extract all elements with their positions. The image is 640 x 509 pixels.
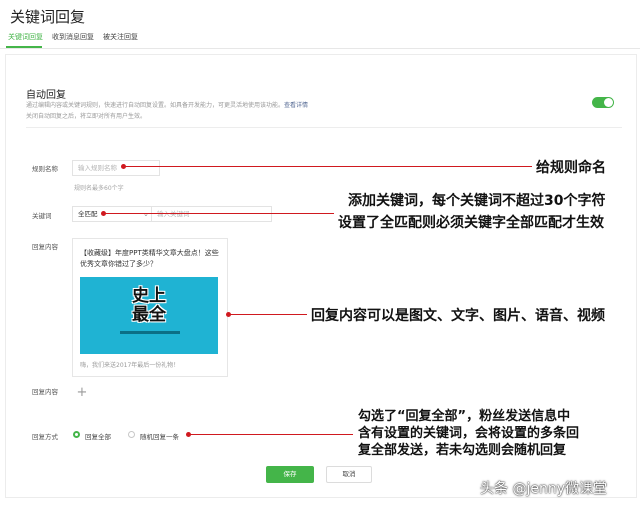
match-mode-value: 全匹配 (78, 210, 98, 218)
section-divider (26, 127, 622, 128)
rule-name-hint: 规则名最多60个字 (74, 185, 124, 192)
page-title: 关键词回复 (10, 8, 86, 26)
cover-subtitle-bar (120, 331, 180, 334)
watermark: 头条 @jenny微课堂 (480, 481, 607, 497)
add-content-plus-icon[interactable]: + (75, 386, 89, 400)
auto-reply-toggle[interactable] (592, 97, 614, 108)
reply-all-label[interactable]: 回复全部 (85, 431, 111, 441)
auto-reply-note: 关闭自动回复之后，将立即对所有用户生效。 (26, 113, 147, 120)
rule-name-input[interactable]: 输入规则名称 (72, 160, 160, 176)
cancel-button[interactable]: 取消 (326, 466, 372, 483)
reply-content-label: 回复内容 (32, 243, 58, 251)
tab-message-reply[interactable]: 收到消息回复 (52, 32, 94, 42)
reply-mode-label: 回复方式 (32, 433, 58, 441)
tab-keyword-reply[interactable]: 关键词回复 (8, 32, 43, 42)
cover-text: 史上最全 (132, 286, 166, 325)
match-mode-select[interactable]: 全匹配 ⌄ (72, 206, 152, 222)
rule-name-label: 规则名称 (32, 165, 58, 173)
random-reply-radio[interactable] (128, 431, 135, 438)
keyword-label: 关键词 (32, 212, 52, 220)
annotation-line (189, 434, 353, 435)
reply-all-radio[interactable] (73, 431, 80, 438)
description-text: 通过编辑内容或关键词规则，快速进行自动回复设置。如具备开发能力，可更灵活地使用该… (26, 102, 285, 109)
article-cover-image: 史上最全 (80, 277, 218, 354)
article-summary: 嗨，我们来送2017年最后一份礼物！ (80, 362, 180, 369)
annotation-keyword-line2: 设置了全匹配则必须关键字全部匹配才生效 (338, 212, 604, 232)
chevron-down-icon: ⌄ (143, 210, 149, 218)
annotation-line (124, 166, 532, 167)
annotation-line (229, 314, 307, 315)
details-link[interactable]: 查看详情 (284, 102, 308, 109)
annotation-reply-mode: 勾选了“回复全部”，粉丝发送信息中 含有设置的关键词，会将设置的多条回 复全部发… (358, 408, 618, 459)
annotation-mode-line3: 复全部发送，若未勾选则会随机回复 (358, 443, 567, 458)
article-title: 【收藏级】年度PPT类精华文章大盘点！这些优秀文章你错过了多少？ (80, 249, 219, 268)
keyword-input[interactable]: 输入关键词 (152, 206, 272, 222)
random-reply-label[interactable]: 随机回复一条 (140, 431, 179, 441)
reply-content-label-2: 回复内容 (32, 388, 58, 396)
annotation-content: 回复内容可以是图文、文字、图片、语音、视频 (311, 305, 605, 325)
annotation-name-rule: 给规则命名 (536, 157, 606, 177)
auto-reply-title: 自动回复 (26, 90, 66, 101)
annotation-keyword-line1: 添加关键词，每个关键词不超过30个字符 (348, 190, 606, 210)
auto-reply-description: 通过编辑内容或关键词规则，快速进行自动回复设置。如具备开发能力，可更灵活地使用该… (26, 100, 308, 109)
annotation-line (104, 213, 334, 214)
annotation-mode-line1: 勾选了“回复全部”，粉丝发送信息中 (358, 409, 571, 424)
tab-follow-reply[interactable]: 被关注回复 (103, 32, 138, 42)
annotation-mode-line2: 含有设置的关键词，会将设置的多条回 (358, 426, 580, 441)
toggle-knob (604, 98, 613, 107)
save-button[interactable]: 保存 (266, 466, 314, 483)
header-divider (0, 48, 640, 49)
